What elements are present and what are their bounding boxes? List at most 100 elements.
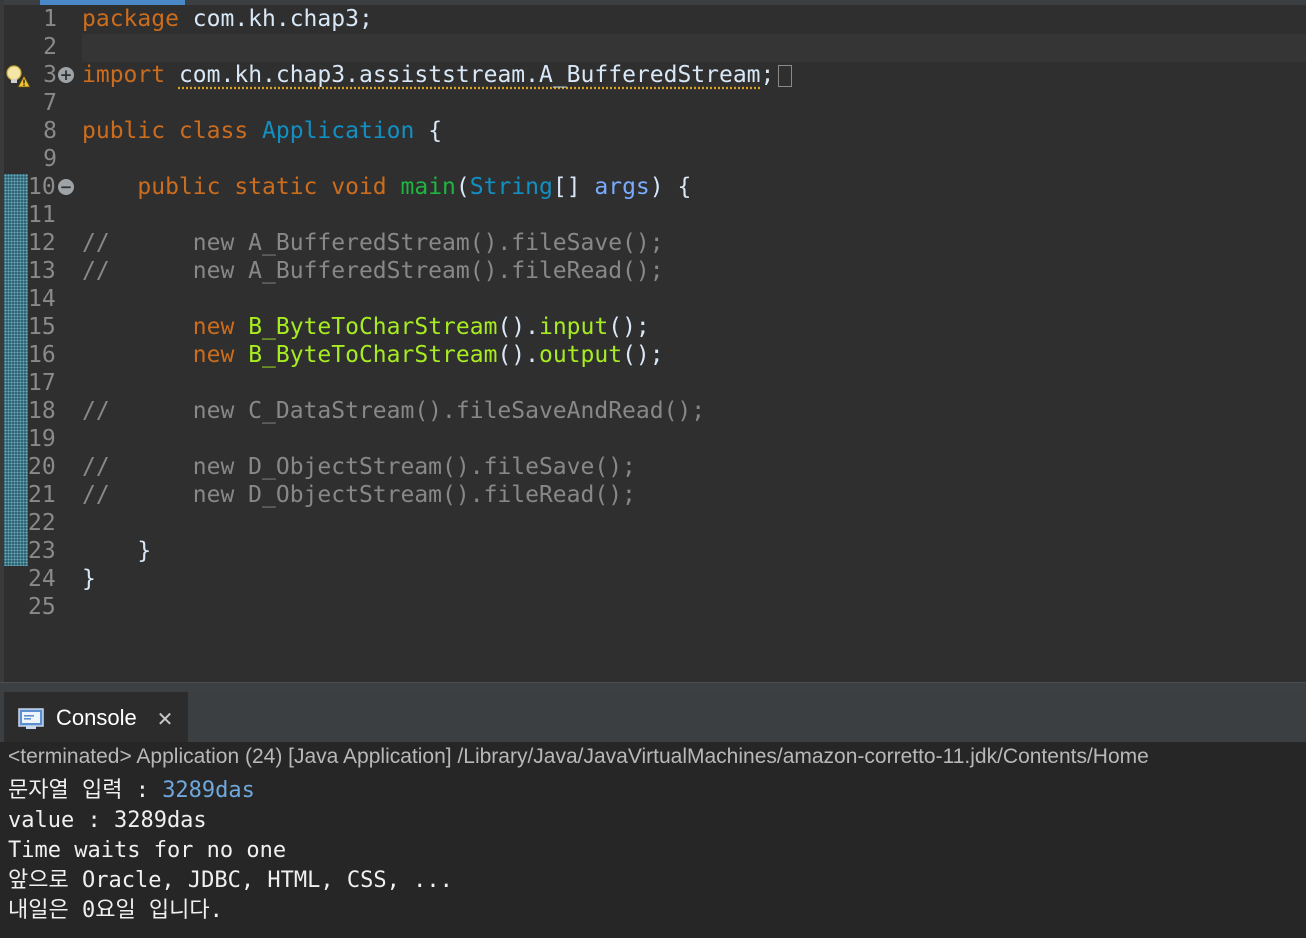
fold-expand-icon[interactable]: +	[58, 67, 74, 83]
code-token: }	[82, 566, 96, 592]
code-token: public static void	[82, 174, 387, 200]
tab-console[interactable]: Console ✕	[4, 692, 188, 742]
console-status-line: <terminated> Application (24) [Java Appl…	[8, 745, 1149, 768]
line-number: 11	[28, 202, 56, 228]
console-output-line: value : 3289das	[8, 806, 453, 836]
code-token: package	[82, 6, 179, 32]
code-line[interactable]: 24}	[0, 565, 1306, 593]
code-token: ();	[608, 314, 650, 340]
console-output-text: Time waits for no one	[8, 838, 287, 863]
code-token: B_ByteToCharStream	[248, 314, 498, 340]
code-line[interactable]: 17	[0, 369, 1306, 397]
code-line[interactable]: 21 // new D_ObjectStream().fileRead();	[0, 481, 1306, 509]
close-icon[interactable]: ✕	[154, 708, 176, 730]
code-token: Application	[262, 118, 415, 144]
console-view: Console ✕ <terminated> Application (24) …	[0, 692, 1306, 938]
line-number: 19	[28, 426, 56, 452]
console-output-line: 내일은 0요일 입니다.	[8, 896, 453, 926]
console-output-line: Time waits for no one	[8, 836, 453, 866]
line-number: 12	[28, 230, 56, 256]
console-output[interactable]: 문자열 입력 : 3289das value : 3289das Time wait…	[8, 776, 453, 926]
code-text: // new C_DataStream().fileSaveAndRead();	[82, 397, 705, 425]
collapsed-region-marker[interactable]	[778, 64, 793, 87]
code-token: ().	[497, 342, 539, 368]
line-number: 21	[28, 482, 56, 508]
code-line[interactable]: 9	[0, 145, 1306, 173]
code-token: public class	[82, 118, 249, 144]
code-token: // new D_ObjectStream().fileSave();	[82, 454, 636, 480]
warning-lightbulb-icon[interactable]	[4, 63, 30, 89]
code-text: new B_ByteToCharStream().output();	[82, 341, 664, 369]
line-number: 1	[43, 6, 57, 32]
line-number: 17	[28, 370, 56, 396]
line-number: 14	[28, 286, 56, 312]
line-number: 23	[28, 538, 56, 564]
console-output-line: 문자열 입력 : 3289das	[8, 776, 453, 806]
code-line[interactable]: 11	[0, 201, 1306, 229]
code-token: []	[552, 174, 595, 200]
code-text: import com.kh.chap3.assiststream.A_Buffe…	[82, 61, 793, 89]
code-token: // new D_ObjectStream().fileRead();	[82, 482, 636, 508]
code-token: // new A_BufferedStream().fileRead();	[82, 258, 664, 284]
code-line[interactable]: 7	[0, 89, 1306, 117]
line-number: 24	[28, 566, 56, 592]
code-text: // new A_BufferedStream().fileRead();	[82, 257, 664, 285]
code-line[interactable]: 8 public class Application {	[0, 117, 1306, 145]
line-number: 7	[43, 90, 57, 116]
code-text: // new A_BufferedStream().fileSave();	[82, 229, 664, 257]
code-token: // new A_BufferedStream().fileSave();	[82, 230, 664, 256]
code-token: com.kh.chap3;	[178, 6, 373, 32]
code-line[interactable]: 12 // new A_BufferedStream().fileSave();	[0, 229, 1306, 257]
code-line[interactable]: 20 // new D_ObjectStream().fileSave();	[0, 453, 1306, 481]
code-token: }	[82, 538, 152, 564]
code-line[interactable]: 15 new B_ByteToCharStream().input();	[0, 313, 1306, 341]
code-token: output	[538, 342, 623, 368]
code-line[interactable]: 14	[0, 285, 1306, 313]
code-line[interactable]: 3 + import com.kh.chap3.assiststream.A_Buf…	[0, 61, 1306, 89]
code-token: // new C_DataStream().fileSaveAndRead();	[82, 398, 706, 424]
code-line[interactable]: 2	[0, 33, 1306, 61]
code-token: args	[594, 174, 650, 200]
code-line[interactable]: 10− public static void main(String[] arg…	[0, 173, 1306, 201]
code-token: import	[82, 62, 166, 88]
console-output-text: value : 3289das	[8, 808, 207, 833]
code-token: (	[455, 174, 470, 200]
console-icon	[18, 708, 44, 729]
code-token: main	[400, 174, 456, 200]
code-text: // new D_ObjectStream().fileSave();	[82, 453, 636, 481]
line-number: 18	[28, 398, 56, 424]
code-token: new	[82, 342, 235, 368]
code-line[interactable]: 25	[0, 593, 1306, 621]
console-output-text: 내일은 0요일 입니다.	[8, 898, 223, 923]
code-token: new	[82, 314, 235, 340]
console-output-text: 앞으로 Oracle, JDBC, HTML, CSS, ...	[8, 868, 453, 893]
code-line[interactable]: 22	[0, 509, 1306, 537]
code-token: ().	[497, 314, 539, 340]
code-line[interactable]: 1 package com.kh.chap3;	[0, 5, 1306, 33]
fold-collapse-icon[interactable]: −	[58, 179, 74, 195]
line-number: 25	[28, 594, 56, 620]
code-token: B_ByteToCharStream	[248, 342, 498, 368]
code-lines[interactable]: 1 package com.kh.chap3; 2 3 + import com.kh.c…	[0, 5, 1306, 621]
code-line[interactable]: 13 // new A_BufferedStream().fileRead();	[0, 257, 1306, 285]
code-token: ();	[622, 342, 664, 368]
code-line[interactable]: 16 new B_ByteToCharStream().output();	[0, 341, 1306, 369]
code-line[interactable]: 18 // new C_DataStream().fileSaveAndRead(…	[0, 397, 1306, 425]
line-number: 9	[43, 146, 57, 172]
code-token: ) {	[649, 174, 692, 200]
code-token: String	[469, 174, 553, 200]
code-line[interactable]: 19	[0, 425, 1306, 453]
code-line[interactable]: 23 }	[0, 537, 1306, 565]
code-token: {	[414, 118, 443, 144]
line-number: 8	[43, 118, 57, 144]
line-number: 22	[28, 510, 56, 536]
line-number: 16	[28, 342, 56, 368]
code-editor[interactable]: 1 package com.kh.chap3; 2 3 + import com.kh.c…	[0, 0, 1306, 682]
console-output-text: 문자열 입력 :	[8, 778, 163, 803]
console-tab-label: Console	[56, 705, 137, 730]
code-text: package com.kh.chap3;	[82, 5, 373, 33]
console-output-line: 앞으로 Oracle, JDBC, HTML, CSS, ...	[8, 866, 453, 896]
